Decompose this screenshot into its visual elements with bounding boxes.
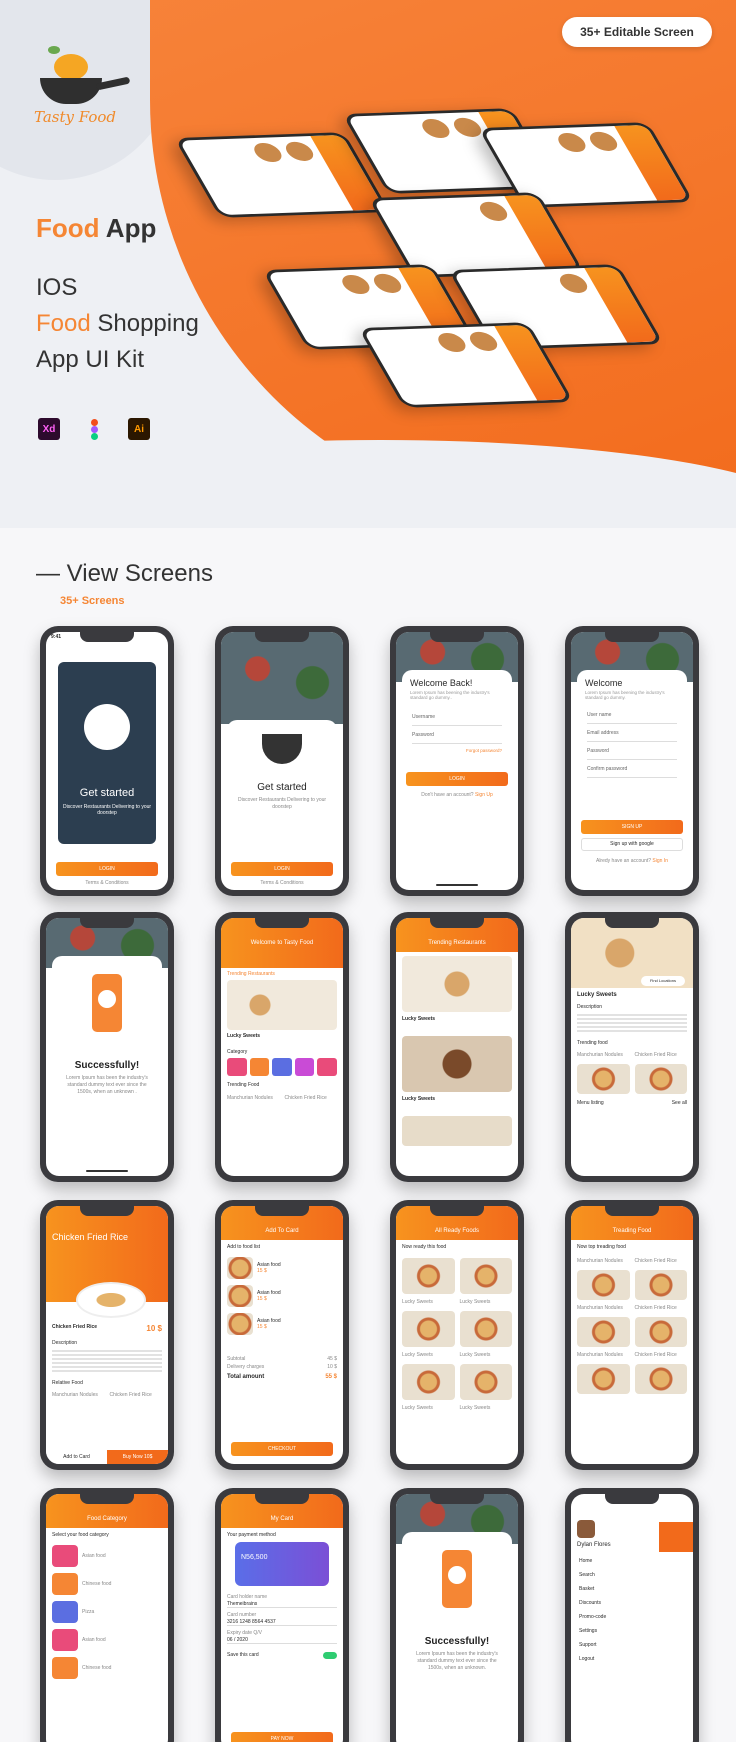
ai-icon: Ai [128, 418, 150, 440]
forgot-password-link[interactable]: Forgot password? [412, 748, 502, 753]
phone-signup: Welcome Lorem Ipsum has beening the indu… [565, 626, 699, 896]
pay-now-button[interactable]: PAY NOW [231, 1732, 333, 1742]
google-signup-button[interactable]: Sign up with google [581, 838, 683, 851]
save-card-toggle[interactable] [323, 1652, 337, 1659]
phone-food-category: Food Category Select your food category … [40, 1488, 174, 1742]
hero-line-1: IOS [36, 274, 78, 301]
buy-now-button[interactable]: Buy Now 10$ [107, 1450, 168, 1464]
login-button[interactable]: LOGIN [56, 862, 158, 876]
xd-icon: Xd [38, 418, 60, 440]
terms-link[interactable]: Terms & Conditions [46, 880, 168, 887]
hero-line-2: Food Shopping [36, 310, 199, 337]
hero-banner: 35+ Editable Screen Tasty Food Food App … [0, 0, 736, 528]
phone-all-ready-foods: All Ready Foods Now ready this food Luck… [390, 1200, 524, 1470]
password-field[interactable]: Password [587, 748, 677, 760]
signup-link[interactable]: Sign Up [475, 792, 493, 798]
phone-get-started-2: Get started Discover Restaurants Deliver… [215, 626, 349, 896]
check-icon [446, 1564, 468, 1586]
login-button[interactable]: LOGIN [231, 862, 333, 876]
password-field[interactable]: Password [412, 732, 502, 744]
section-title: — View Screens [36, 560, 213, 587]
phone-side-menu: Dylan Flores Home Search Basket Discount… [565, 1488, 699, 1742]
phone-trending-food: Treading Food Now top treading food Manc… [565, 1200, 699, 1470]
avatar [577, 1520, 595, 1538]
phone-success-1: Successfully! Lorem Ipsum has been the i… [40, 912, 174, 1182]
hero-line-3: App UI Kit [36, 346, 145, 373]
confirm-password-field[interactable]: Confirm password [587, 766, 677, 778]
credit-card[interactable]: N56,500 [235, 1542, 329, 1586]
username-field[interactable]: User name [587, 712, 677, 724]
phone-home: Welcome to Tasty Food Trending Restauran… [215, 912, 349, 1182]
phone-success-2: Successfully! Lorem Ipsum has been the i… [390, 1488, 524, 1742]
phone-restaurant-detail: Find Locations Lucky Sweets Description … [565, 912, 699, 1182]
check-icon [96, 988, 118, 1010]
tool-icons: Xd Ai [38, 418, 150, 440]
title: Get started [79, 787, 135, 799]
phone-trending-restaurants: Trending Restaurants Lucky Sweets Lucky … [390, 912, 524, 1182]
editable-screen-badge[interactable]: 35+ Editable Screen [562, 17, 712, 47]
signin-link[interactable]: Sign In [652, 858, 668, 864]
phone-food-detail: Chicken Fried Rice Chicken Fried Rice 10 … [40, 1200, 174, 1470]
figma-icon [86, 418, 102, 440]
page: 35+ Editable Screen Tasty Food Food App … [0, 0, 736, 1742]
checkout-button[interactable]: CHECKOUT [231, 1442, 333, 1456]
phone-my-card: My Card Your payment method N56,500 Card… [215, 1488, 349, 1742]
username-field[interactable]: Username [412, 714, 502, 726]
find-locations-button[interactable]: Find Locations [641, 976, 685, 986]
phone-get-started-1: 9:41 Get started Discover Restaurants De… [40, 626, 174, 896]
add-to-card-button[interactable]: Add to Card [46, 1450, 107, 1464]
logo-text: Tasty Food [34, 108, 117, 126]
signup-button[interactable]: SIGN UP [581, 820, 683, 834]
tasty-food-logo: Tasty Food [34, 40, 131, 130]
section-subtitle: 35+ Screens [60, 595, 125, 607]
hero-wave [0, 440, 736, 528]
phone-add-to-card: Add To Card Add to food list Asian food 1… [215, 1200, 349, 1470]
app-title: Food App [36, 213, 157, 243]
email-field[interactable]: Email address [587, 730, 677, 742]
login-button[interactable]: LOGIN [406, 772, 508, 786]
phone-login: Welcome Back! Lorem Ipsum has beening th… [390, 626, 524, 896]
